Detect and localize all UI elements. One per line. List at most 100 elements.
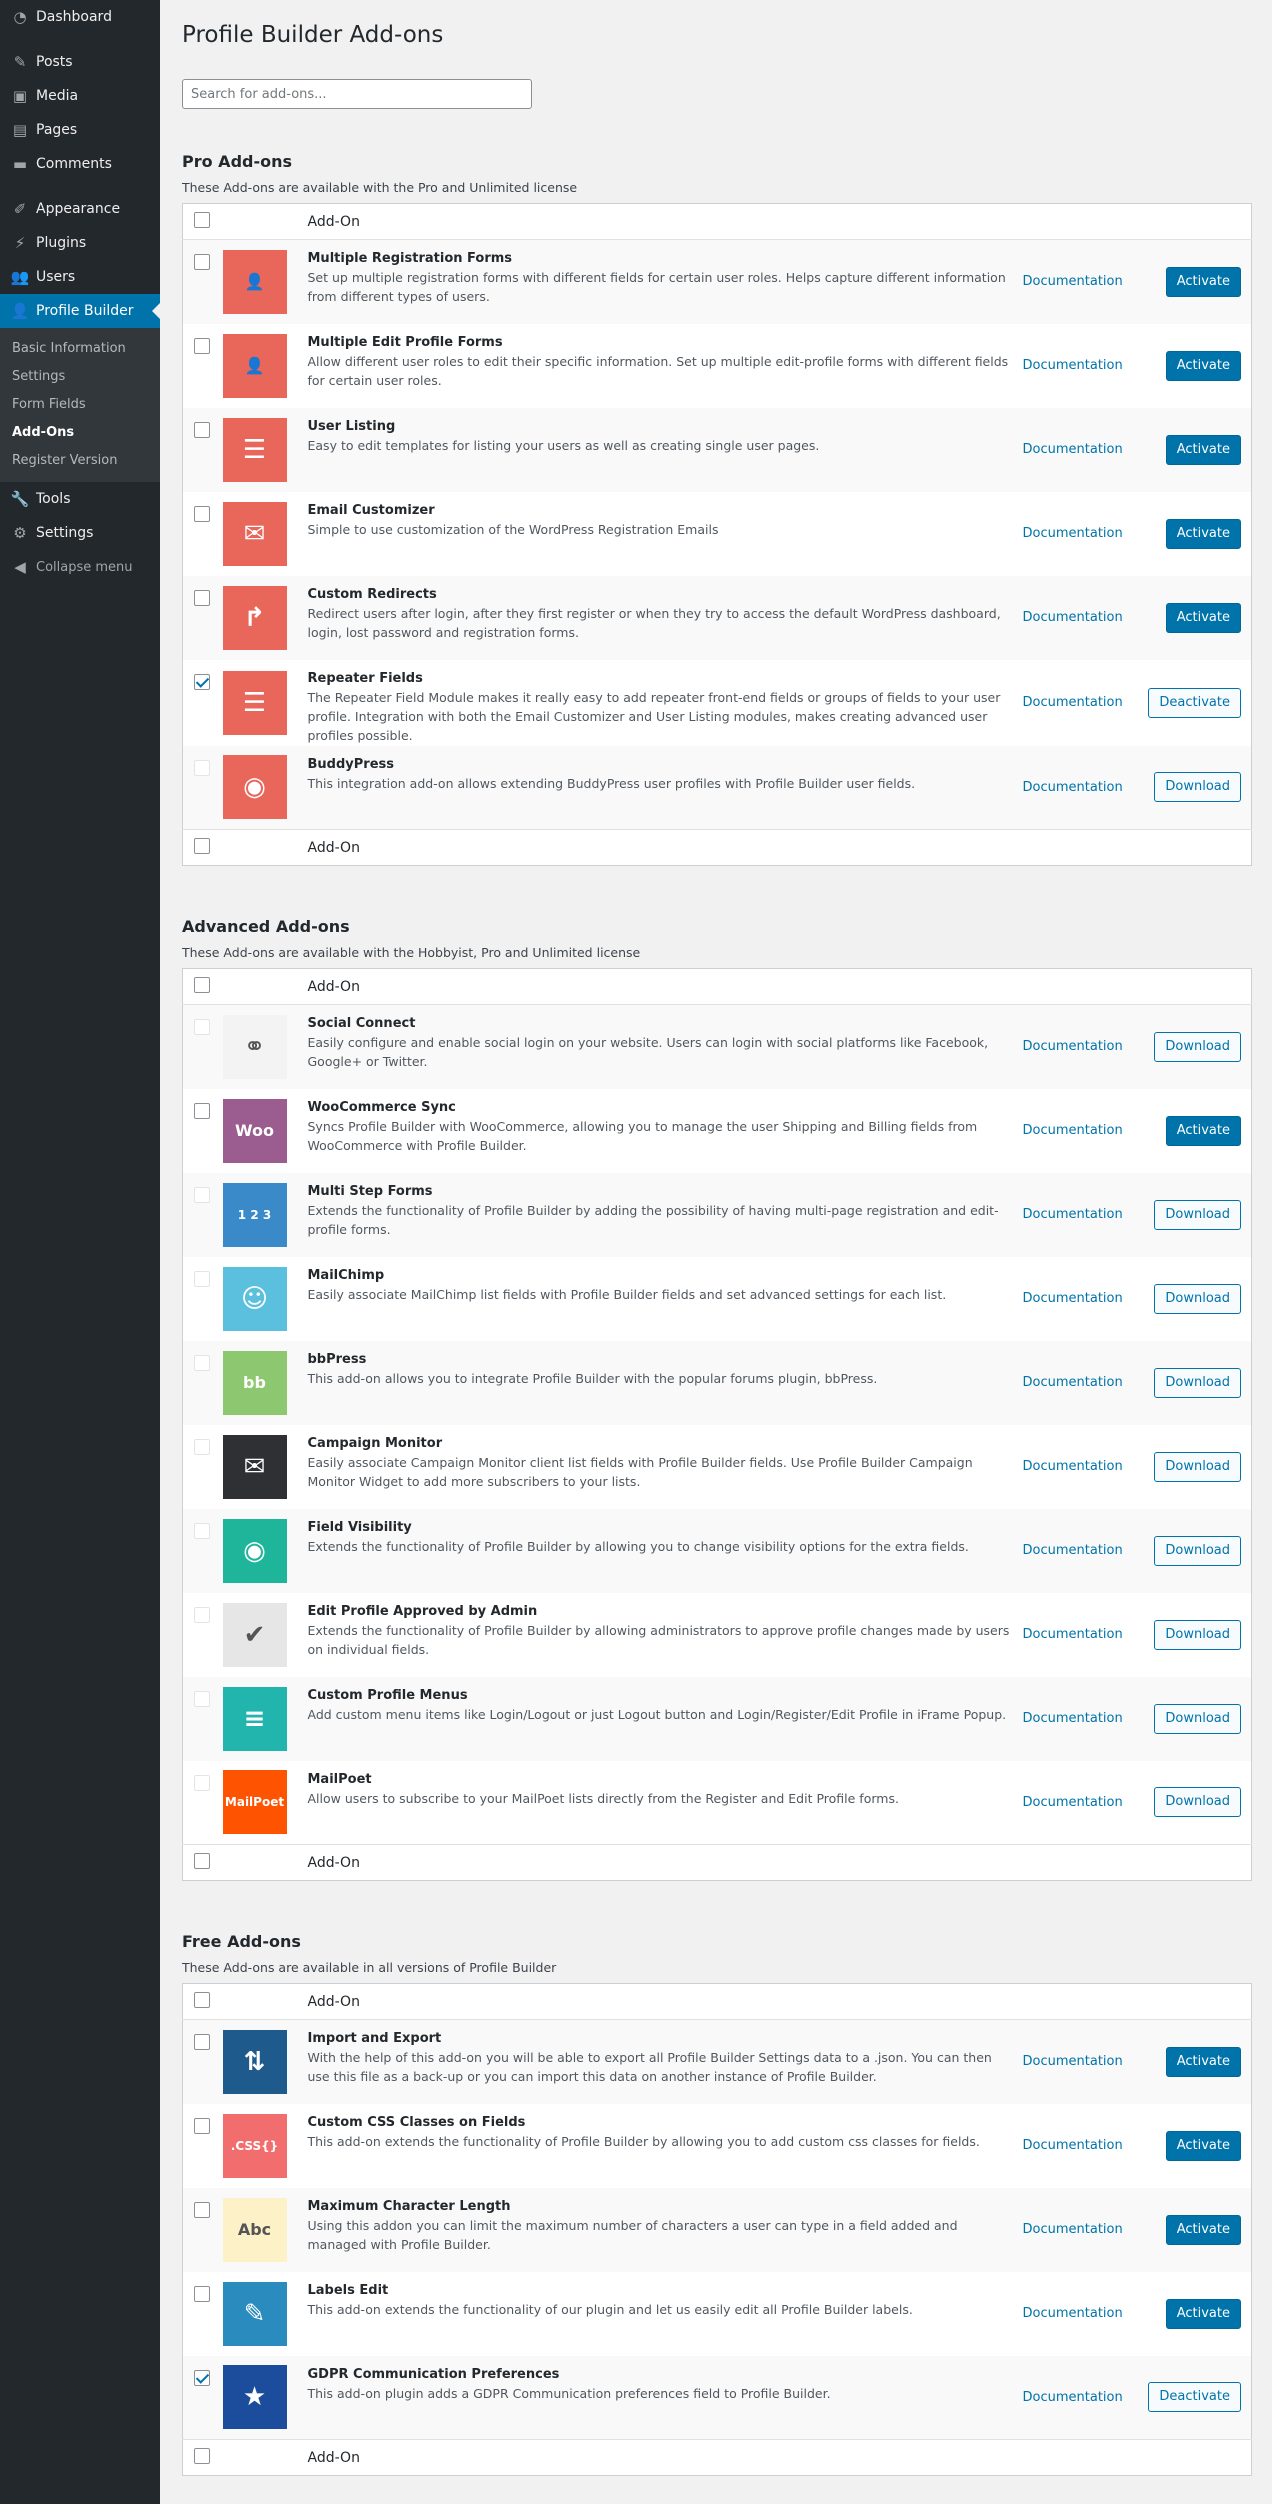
activate-button[interactable]: Activate [1165, 2046, 1241, 2077]
download-button[interactable]: Download [1154, 1283, 1241, 1314]
addon-checkbox[interactable] [194, 1102, 210, 1119]
addon-checkbox[interactable] [194, 2034, 210, 2050]
documentation-link[interactable]: Documentation [1022, 660, 1147, 746]
action-cell: Download [1146, 1508, 1252, 1593]
addon-checkbox[interactable] [194, 2117, 210, 2134]
sidebar-item-settings[interactable]: ⚙ Settings [0, 516, 160, 550]
download-button[interactable]: Download [1154, 1619, 1241, 1650]
addon-thumbnail-icon: Abc [222, 2197, 287, 2262]
addon-checkbox[interactable] [194, 505, 210, 522]
submenu-item-form-fields[interactable]: Form Fields [0, 390, 160, 418]
documentation-link[interactable]: Documentation [1021, 1172, 1147, 1257]
download-button[interactable]: Download [1154, 1451, 1241, 1482]
download-button[interactable]: Download [1154, 772, 1241, 803]
submenu-item-basic-information[interactable]: Basic Information [0, 334, 160, 362]
activate-button[interactable]: Activate [1165, 2214, 1241, 2245]
documentation-link[interactable]: Documentation [1021, 239, 1147, 324]
activate-button[interactable]: Activate [1165, 2130, 1241, 2161]
addon-checkbox[interactable] [194, 2369, 210, 2386]
download-button[interactable]: Download [1154, 1535, 1241, 1566]
documentation-link[interactable]: Documentation [1021, 1340, 1147, 1425]
sidebar-item-label: Pages [36, 122, 78, 138]
documentation-link[interactable]: Documentation [1022, 492, 1147, 576]
documentation-link[interactable]: Documentation [1021, 2187, 1147, 2272]
addon-checkbox [194, 1522, 210, 1539]
addon-checkbox[interactable] [194, 673, 210, 690]
search-input[interactable] [182, 79, 532, 109]
activate-button[interactable]: Activate [1165, 518, 1241, 549]
sidebar-item-profile-builder[interactable]: 👤 Profile Builder [0, 294, 160, 328]
addon-checkbox[interactable] [194, 254, 210, 270]
activate-button[interactable]: Activate [1165, 2298, 1241, 2329]
addon-checkbox[interactable] [194, 2201, 210, 2218]
documentation-link[interactable]: Documentation [1022, 1761, 1147, 1845]
sidebar-item-users[interactable]: 👥 Users [0, 260, 160, 294]
sidebar-item-tools[interactable]: 🔧 Tools [0, 482, 160, 516]
sidebar-item-appearance[interactable]: ✐ Appearance [0, 192, 160, 226]
table-row: ↱ Custom Redirects Redirect users after lo… [182, 575, 1252, 660]
thumbnail-cell: Woo [222, 1089, 307, 1173]
activate-button[interactable]: Activate [1165, 434, 1241, 465]
addon-checkbox[interactable] [194, 589, 210, 606]
addon-checkbox[interactable] [194, 337, 210, 354]
select-all-checkbox[interactable] [194, 2447, 210, 2464]
addon-name: Custom Redirects [307, 586, 437, 602]
select-all-checkbox[interactable] [194, 1991, 210, 2008]
documentation-link[interactable]: Documentation [1021, 1004, 1147, 1089]
addon-name: WooCommerce Sync [307, 1099, 456, 1115]
documentation-link[interactable]: Documentation [1022, 2272, 1147, 2356]
main-content: Profile Builder Add-ons Pro Add-ons These… [182, 0, 1252, 2476]
select-all-checkbox[interactable] [194, 1852, 210, 1869]
documentation-link[interactable]: Documentation [1021, 2355, 1147, 2440]
select-all-cell [182, 203, 223, 240]
download-button[interactable]: Download [1154, 1703, 1241, 1734]
select-all-checkbox[interactable] [194, 976, 210, 993]
menu-separator [0, 34, 160, 45]
documentation-link[interactable]: Documentation [1022, 1257, 1147, 1341]
documentation-link[interactable]: Documentation [1021, 745, 1147, 830]
select-all-cell [182, 1983, 223, 2020]
sidebar-item-media[interactable]: ▣ Media [0, 79, 160, 113]
activate-button[interactable]: Activate [1165, 350, 1241, 381]
download-button[interactable]: Download [1154, 1199, 1241, 1230]
collapse-menu-button[interactable]: ◀ Collapse menu [0, 550, 160, 584]
sidebar-item-comments[interactable]: ▬ Comments [0, 147, 160, 181]
documentation-link[interactable]: Documentation [1022, 1089, 1147, 1173]
addon-name: Maximum Character Length [307, 2198, 511, 2214]
documentation-link[interactable]: Documentation [1021, 575, 1147, 660]
activate-button[interactable]: Activate [1165, 602, 1241, 633]
documentation-link[interactable]: Documentation [1021, 407, 1147, 492]
comments-icon: ▬ [12, 155, 28, 173]
download-button[interactable]: Download [1154, 1787, 1241, 1818]
documentation-link[interactable]: Documentation [1021, 2019, 1147, 2104]
addon-checkbox[interactable] [194, 2285, 210, 2302]
sidebar-item-pages[interactable]: ▤ Pages [0, 113, 160, 147]
documentation-link[interactable]: Documentation [1022, 1425, 1147, 1509]
deactivate-button[interactable]: Deactivate [1148, 687, 1241, 718]
deactivate-button[interactable]: Deactivate [1148, 2382, 1241, 2413]
activate-button[interactable]: Activate [1165, 1115, 1241, 1146]
download-button[interactable]: Download [1154, 1367, 1241, 1398]
documentation-link[interactable]: Documentation [1022, 2104, 1147, 2188]
addon-name: Multiple Edit Profile Forms [307, 334, 503, 350]
addon-checkbox[interactable] [194, 421, 210, 438]
documentation-link[interactable]: Documentation [1021, 1508, 1147, 1593]
sidebar-item-label: Settings [36, 525, 94, 541]
sidebar-item-dashboard[interactable]: ◔ Dashboard [0, 0, 160, 34]
select-all-checkbox[interactable] [194, 211, 210, 228]
download-button[interactable]: Download [1154, 1031, 1241, 1062]
sidebar-item-plugins[interactable]: ⚡ Plugins [0, 226, 160, 260]
addon-description: The Repeater Field Module makes it reall… [307, 689, 1001, 743]
sidebar-item-posts[interactable]: ✎ Posts [0, 45, 160, 79]
select-all-checkbox[interactable] [194, 837, 210, 854]
submenu-item-register-version[interactable]: Register Version [0, 446, 160, 474]
submenu-item-settings[interactable]: Settings [0, 362, 160, 390]
documentation-link[interactable]: Documentation [1021, 1676, 1147, 1761]
documentation-link[interactable]: Documentation [1022, 1593, 1147, 1677]
addon-info: Field Visibility Extends the functionalit… [306, 1508, 1022, 1593]
documentation-link[interactable]: Documentation [1022, 324, 1147, 408]
sidebar-item-label: Plugins [36, 235, 87, 251]
submenu-item-add-ons[interactable]: Add-Ons [0, 418, 160, 446]
addon-name: BuddyPress [307, 756, 394, 772]
activate-button[interactable]: Activate [1165, 266, 1241, 297]
